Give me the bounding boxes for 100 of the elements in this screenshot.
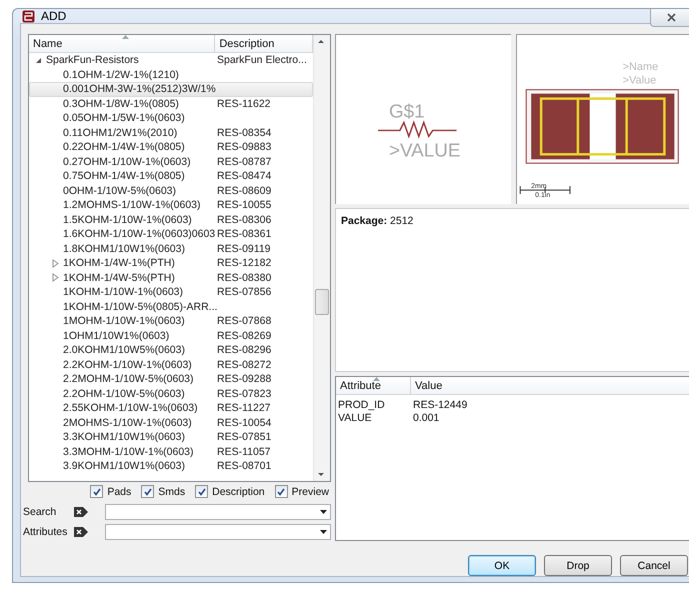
- tree-row[interactable]: 3.3KOHM1/10W1%(0603) RES-07851: [29, 430, 313, 444]
- part-name: 1MOHM-1/10W-1%(0603): [63, 315, 185, 328]
- symbol-value: >VALUE: [388, 140, 460, 162]
- part-name: 2.2MOHM-1/10W-5%(0603): [63, 373, 194, 386]
- tree-row[interactable]: 2MOHMS-1/10W-1%(0603) RES-10054: [29, 416, 313, 430]
- tree-row[interactable]: 0.22OHM-1/4W-1%(0805) RES-09883: [29, 140, 313, 154]
- tree-row[interactable]: 1.5KOHM-1/10W-1%(0603) RES-08306: [29, 212, 313, 227]
- part-name: 0.001OHM-3W-1%(2512)3W/1%: [63, 83, 216, 96]
- part-description: RES-08787: [217, 156, 272, 168]
- tree-row[interactable]: 1OHM1/10W1%(0603) RES-08269: [29, 328, 313, 343]
- checkmark-icon: [277, 488, 286, 496]
- filter-combo-field[interactable]: [105, 524, 331, 540]
- column-header[interactable]: Name: [29, 35, 216, 52]
- part-name: 1KOHM-1/10W-5%(0805)-ARR...: [63, 300, 218, 313]
- part-name: 0.11OHM1/2W1%(2010): [63, 126, 178, 139]
- tree-row[interactable]: 3.3MOHM-1/10W-1%(0603) RES-11057: [29, 444, 313, 459]
- sort-arrow-icon: [373, 377, 380, 381]
- part-description: RES-09883: [217, 141, 272, 154]
- part-description: RES-07823: [217, 388, 272, 400]
- checkbox[interactable]: [141, 485, 154, 498]
- part-description: RES-11227: [217, 402, 271, 414]
- sort-arrow-icon: [122, 35, 129, 39]
- tree-row[interactable]: 0OHM-1/10W-5%(0603) RES-08609: [29, 184, 313, 198]
- tree-row[interactable]: 1KOHM-1/4W-1%(PTH) RES-12182: [29, 256, 313, 270]
- tree-row[interactable]: 2.55KOHM-1/10W-1%(0603) RES-11227: [29, 401, 313, 416]
- filter-label: Search: [22, 506, 58, 518]
- part-name: 0.3OHM-1/8W-1%(0805): [63, 98, 179, 110]
- dialog-button[interactable]: Drop: [544, 555, 612, 576]
- part-description: RES-08354: [217, 126, 272, 139]
- tree-row[interactable]: 0.27OHM-1/10W-1%(0603) RES-08787: [29, 154, 313, 169]
- part-name: 1KOHM-1/4W-1%(PTH): [63, 257, 175, 270]
- part-description: RES-11057: [217, 446, 271, 458]
- tree-row[interactable]: 0.3OHM-1/8W-1%(0805) RES-11622: [29, 96, 313, 111]
- attribute-value: 0.001: [413, 412, 440, 424]
- part-description: SparkFun Electro...: [217, 54, 307, 66]
- checkmark-icon: [198, 488, 206, 496]
- dropdown-caret-icon[interactable]: [320, 510, 327, 514]
- dialog-button[interactable]: OK: [468, 555, 536, 576]
- tree-row[interactable]: 0.05OHM-1/5W-1%(0603): [29, 111, 313, 126]
- checkbox[interactable]: [195, 485, 208, 498]
- tree-row[interactable]: 2.2OHM-1/10W-5%(0603) RES-07823: [29, 386, 313, 401]
- part-description: RES-10055: [217, 199, 272, 212]
- part-description: RES-07856: [217, 286, 272, 298]
- filter-combo-field[interactable]: [105, 504, 331, 520]
- tree-row[interactable]: SparkFun-Resistors SparkFun Electro...: [29, 53, 313, 68]
- part-description: RES-08361: [217, 228, 272, 240]
- package-value: >Value: [622, 74, 656, 87]
- tree-row[interactable]: 1KOHM-1/10W-5%(0805)-ARR...: [29, 300, 313, 314]
- part-name: 3.9KOHM1/10W1%(0603): [63, 460, 185, 472]
- collapse-triangle-icon[interactable]: [34, 56, 43, 65]
- part-name: 0.27OHM-1/10W-1%(0603): [63, 156, 191, 168]
- column-header[interactable]: Value: [411, 377, 681, 394]
- tree-row[interactable]: 1.2MOHMS-1/10W-1%(0603) RES-10055: [29, 198, 313, 212]
- tree-row[interactable]: 1MOHM-1/10W-1%(0603) RES-07868: [29, 314, 313, 328]
- checkbox[interactable]: [90, 485, 104, 498]
- tag-arrow-icon: [73, 506, 89, 518]
- part-name: 1OHM1/10W1%(0603): [63, 330, 170, 342]
- tree-row[interactable]: 0.11OHM1/2W1%(2010) RES-08354: [29, 126, 313, 140]
- part-name: 1.6KOHM-1/10W-1%(0603)0603: [63, 228, 216, 240]
- part-description: RES-08380: [217, 272, 272, 284]
- part-name: 2.0KOHM1/10W5%(0603): [63, 344, 185, 356]
- part-name: 0.22OHM-1/4W-1%(0805): [63, 141, 185, 154]
- tree-row[interactable]: 2.0KOHM1/10W5%(0603) RES-08296: [29, 343, 313, 358]
- column-header[interactable]: Attribute: [336, 377, 411, 394]
- part-name: 0OHM-1/10W-5%(0603): [63, 184, 176, 197]
- tree-row[interactable]: 1.8KOHM1/10W1%(0603) RES-09119: [29, 242, 313, 256]
- tree-row[interactable]: 3.9KOHM1/10W1%(0603) RES-08701: [29, 459, 313, 474]
- part-name: 0.05OHM-1/5W-1%(0603): [63, 112, 185, 124]
- symbol-name: G$1: [388, 102, 425, 122]
- part-description: RES-07868: [217, 315, 272, 328]
- tree-row[interactable]: 0.1OHM-1/2W-1%(1210): [29, 68, 313, 82]
- attribute-name: PROD_ID: [338, 398, 386, 410]
- part-description: RES-09288: [217, 373, 272, 386]
- scroll-thumb[interactable]: [315, 289, 329, 315]
- part-description: RES-08272: [217, 358, 272, 371]
- close-icon: [666, 13, 676, 22]
- tree-row[interactable]: 0.75OHM-1/4W-1%(0805) RES-08474: [29, 169, 313, 184]
- tree-row[interactable]: 1KOHM-1/10W-1%(0603) RES-07856: [29, 285, 313, 300]
- part-name: 2.2KOHM-1/10W-1%(0603): [63, 358, 192, 371]
- part-description: RES-07851: [217, 431, 272, 444]
- part-name: 3.3KOHM1/10W1%(0603): [63, 431, 185, 444]
- tree-row[interactable]: 1KOHM-1/4W-5%(PTH) RES-08380: [29, 270, 313, 285]
- tree-row[interactable]: 1.6KOHM-1/10W-1%(0603)0603 RES-08361: [29, 227, 313, 242]
- close-button[interactable]: [650, 9, 689, 27]
- part-description: RES-10054: [217, 416, 272, 429]
- part-description: RES-08306: [217, 214, 272, 226]
- checkbox[interactable]: [274, 485, 288, 498]
- package-info: Package: 2512: [341, 215, 414, 227]
- scrollbar[interactable]: [313, 35, 330, 481]
- tree-row[interactable]: 0.001OHM-3W-1%(2512)3W/1%: [29, 82, 313, 96]
- checkmark-icon: [92, 488, 101, 496]
- app-icon: [22, 10, 35, 22]
- dialog-button[interactable]: Cancel: [620, 555, 688, 576]
- dropdown-caret-icon[interactable]: [320, 530, 327, 534]
- expand-triangle-icon[interactable]: [51, 273, 60, 282]
- tree-row[interactable]: 2.2KOHM-1/10W-1%(0603) RES-08272: [29, 358, 313, 372]
- window-title: ADD: [41, 9, 66, 23]
- filter-label: Attributes: [22, 526, 68, 538]
- expand-triangle-icon[interactable]: [51, 258, 60, 268]
- tree-row[interactable]: 2.2MOHM-1/10W-5%(0603) RES-09288: [29, 372, 313, 386]
